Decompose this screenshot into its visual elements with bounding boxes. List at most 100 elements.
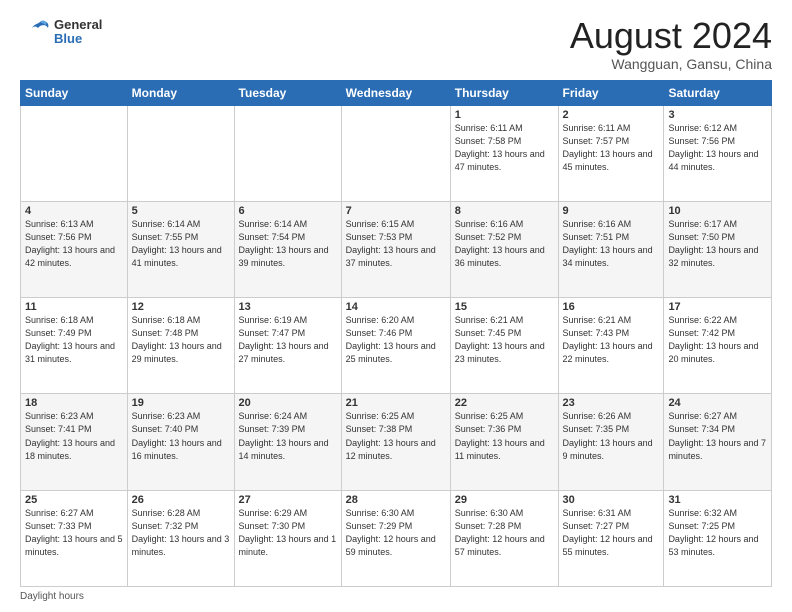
day-number: 1 <box>455 109 554 121</box>
col-wednesday: Wednesday <box>341 80 450 105</box>
calendar-cell: 25Sunrise: 6:27 AM Sunset: 7:33 PM Dayli… <box>21 490 128 586</box>
day-info: Sunrise: 6:27 AM Sunset: 7:34 PM Dayligh… <box>668 410 767 462</box>
day-info: Sunrise: 6:16 AM Sunset: 7:52 PM Dayligh… <box>455 218 554 270</box>
calendar-week-2: 11Sunrise: 6:18 AM Sunset: 7:49 PM Dayli… <box>21 298 772 394</box>
day-info: Sunrise: 6:11 AM Sunset: 7:58 PM Dayligh… <box>455 122 554 174</box>
col-saturday: Saturday <box>664 80 772 105</box>
day-info: Sunrise: 6:30 AM Sunset: 7:29 PM Dayligh… <box>346 507 446 559</box>
calendar-cell: 6Sunrise: 6:14 AM Sunset: 7:54 PM Daylig… <box>234 201 341 297</box>
calendar-cell: 3Sunrise: 6:12 AM Sunset: 7:56 PM Daylig… <box>664 105 772 201</box>
day-info: Sunrise: 6:24 AM Sunset: 7:39 PM Dayligh… <box>239 410 337 462</box>
day-number: 11 <box>25 301 123 313</box>
month-title: August 2024 <box>570 16 772 56</box>
calendar-table: Sunday Monday Tuesday Wednesday Thursday… <box>20 80 772 587</box>
day-number: 13 <box>239 301 337 313</box>
day-number: 9 <box>563 205 660 217</box>
day-info: Sunrise: 6:12 AM Sunset: 7:56 PM Dayligh… <box>668 122 767 174</box>
calendar-cell: 1Sunrise: 6:11 AM Sunset: 7:58 PM Daylig… <box>450 105 558 201</box>
footer: Daylight hours <box>20 591 772 602</box>
day-info: Sunrise: 6:14 AM Sunset: 7:54 PM Dayligh… <box>239 218 337 270</box>
day-number: 12 <box>132 301 230 313</box>
day-number: 26 <box>132 494 230 506</box>
day-number: 18 <box>25 397 123 409</box>
calendar-cell <box>341 105 450 201</box>
day-number: 28 <box>346 494 446 506</box>
calendar-cell: 18Sunrise: 6:23 AM Sunset: 7:41 PM Dayli… <box>21 394 128 490</box>
day-info: Sunrise: 6:13 AM Sunset: 7:56 PM Dayligh… <box>25 218 123 270</box>
day-info: Sunrise: 6:28 AM Sunset: 7:32 PM Dayligh… <box>132 507 230 559</box>
day-number: 19 <box>132 397 230 409</box>
logo-bird-icon <box>20 16 52 48</box>
day-info: Sunrise: 6:27 AM Sunset: 7:33 PM Dayligh… <box>25 507 123 559</box>
calendar-week-3: 18Sunrise: 6:23 AM Sunset: 7:41 PM Dayli… <box>21 394 772 490</box>
day-number: 6 <box>239 205 337 217</box>
day-number: 31 <box>668 494 767 506</box>
day-info: Sunrise: 6:23 AM Sunset: 7:41 PM Dayligh… <box>25 410 123 462</box>
day-number: 14 <box>346 301 446 313</box>
header-row: Sunday Monday Tuesday Wednesday Thursday… <box>21 80 772 105</box>
day-number: 3 <box>668 109 767 121</box>
day-number: 25 <box>25 494 123 506</box>
calendar-cell <box>127 105 234 201</box>
calendar-cell <box>234 105 341 201</box>
calendar-cell: 22Sunrise: 6:25 AM Sunset: 7:36 PM Dayli… <box>450 394 558 490</box>
calendar-cell: 29Sunrise: 6:30 AM Sunset: 7:28 PM Dayli… <box>450 490 558 586</box>
day-info: Sunrise: 6:22 AM Sunset: 7:42 PM Dayligh… <box>668 314 767 366</box>
calendar-cell: 28Sunrise: 6:30 AM Sunset: 7:29 PM Dayli… <box>341 490 450 586</box>
day-number: 8 <box>455 205 554 217</box>
day-info: Sunrise: 6:11 AM Sunset: 7:57 PM Dayligh… <box>563 122 660 174</box>
day-info: Sunrise: 6:32 AM Sunset: 7:25 PM Dayligh… <box>668 507 767 559</box>
location: Wangguan, Gansu, China <box>570 56 772 72</box>
day-info: Sunrise: 6:31 AM Sunset: 7:27 PM Dayligh… <box>563 507 660 559</box>
col-monday: Monday <box>127 80 234 105</box>
calendar-cell: 23Sunrise: 6:26 AM Sunset: 7:35 PM Dayli… <box>558 394 664 490</box>
calendar-cell: 5Sunrise: 6:14 AM Sunset: 7:55 PM Daylig… <box>127 201 234 297</box>
calendar-cell: 4Sunrise: 6:13 AM Sunset: 7:56 PM Daylig… <box>21 201 128 297</box>
calendar-cell: 7Sunrise: 6:15 AM Sunset: 7:53 PM Daylig… <box>341 201 450 297</box>
day-info: Sunrise: 6:25 AM Sunset: 7:38 PM Dayligh… <box>346 410 446 462</box>
day-info: Sunrise: 6:17 AM Sunset: 7:50 PM Dayligh… <box>668 218 767 270</box>
day-info: Sunrise: 6:15 AM Sunset: 7:53 PM Dayligh… <box>346 218 446 270</box>
day-info: Sunrise: 6:19 AM Sunset: 7:47 PM Dayligh… <box>239 314 337 366</box>
calendar-cell: 8Sunrise: 6:16 AM Sunset: 7:52 PM Daylig… <box>450 201 558 297</box>
calendar-cell: 24Sunrise: 6:27 AM Sunset: 7:34 PM Dayli… <box>664 394 772 490</box>
day-info: Sunrise: 6:20 AM Sunset: 7:46 PM Dayligh… <box>346 314 446 366</box>
day-number: 17 <box>668 301 767 313</box>
day-number: 29 <box>455 494 554 506</box>
logo-general: General <box>54 18 102 32</box>
calendar-cell: 30Sunrise: 6:31 AM Sunset: 7:27 PM Dayli… <box>558 490 664 586</box>
logo: General Blue <box>20 16 102 48</box>
day-number: 21 <box>346 397 446 409</box>
day-info: Sunrise: 6:21 AM Sunset: 7:45 PM Dayligh… <box>455 314 554 366</box>
day-info: Sunrise: 6:30 AM Sunset: 7:28 PM Dayligh… <box>455 507 554 559</box>
calendar-cell: 11Sunrise: 6:18 AM Sunset: 7:49 PM Dayli… <box>21 298 128 394</box>
calendar-week-1: 4Sunrise: 6:13 AM Sunset: 7:56 PM Daylig… <box>21 201 772 297</box>
day-info: Sunrise: 6:21 AM Sunset: 7:43 PM Dayligh… <box>563 314 660 366</box>
day-number: 15 <box>455 301 554 313</box>
calendar-cell: 2Sunrise: 6:11 AM Sunset: 7:57 PM Daylig… <box>558 105 664 201</box>
day-info: Sunrise: 6:18 AM Sunset: 7:48 PM Dayligh… <box>132 314 230 366</box>
calendar-week-4: 25Sunrise: 6:27 AM Sunset: 7:33 PM Dayli… <box>21 490 772 586</box>
calendar-cell: 17Sunrise: 6:22 AM Sunset: 7:42 PM Dayli… <box>664 298 772 394</box>
calendar-cell: 14Sunrise: 6:20 AM Sunset: 7:46 PM Dayli… <box>341 298 450 394</box>
day-number: 22 <box>455 397 554 409</box>
calendar-cell: 27Sunrise: 6:29 AM Sunset: 7:30 PM Dayli… <box>234 490 341 586</box>
col-tuesday: Tuesday <box>234 80 341 105</box>
calendar-cell: 13Sunrise: 6:19 AM Sunset: 7:47 PM Dayli… <box>234 298 341 394</box>
day-number: 10 <box>668 205 767 217</box>
day-info: Sunrise: 6:18 AM Sunset: 7:49 PM Dayligh… <box>25 314 123 366</box>
calendar-cell: 15Sunrise: 6:21 AM Sunset: 7:45 PM Dayli… <box>450 298 558 394</box>
day-number: 4 <box>25 205 123 217</box>
day-number: 5 <box>132 205 230 217</box>
day-info: Sunrise: 6:16 AM Sunset: 7:51 PM Dayligh… <box>563 218 660 270</box>
calendar-cell: 19Sunrise: 6:23 AM Sunset: 7:40 PM Dayli… <box>127 394 234 490</box>
calendar-cell: 9Sunrise: 6:16 AM Sunset: 7:51 PM Daylig… <box>558 201 664 297</box>
day-number: 20 <box>239 397 337 409</box>
day-info: Sunrise: 6:25 AM Sunset: 7:36 PM Dayligh… <box>455 410 554 462</box>
logo-blue: Blue <box>54 32 102 46</box>
day-number: 30 <box>563 494 660 506</box>
day-info: Sunrise: 6:26 AM Sunset: 7:35 PM Dayligh… <box>563 410 660 462</box>
day-number: 7 <box>346 205 446 217</box>
calendar-cell: 16Sunrise: 6:21 AM Sunset: 7:43 PM Dayli… <box>558 298 664 394</box>
day-number: 23 <box>563 397 660 409</box>
